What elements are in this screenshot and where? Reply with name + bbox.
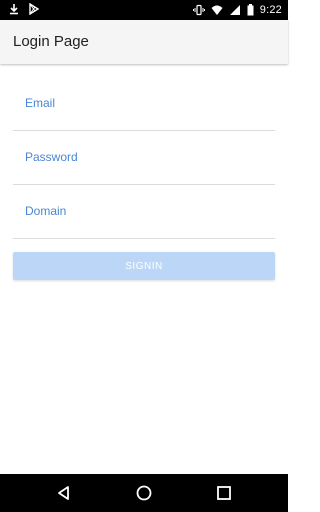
domain-field[interactable]: Domain xyxy=(13,204,275,239)
recents-icon[interactable] xyxy=(215,484,233,502)
password-input[interactable] xyxy=(25,166,265,182)
home-icon[interactable] xyxy=(135,484,153,502)
signal-icon xyxy=(229,4,241,16)
vibrate-icon xyxy=(192,4,205,16)
play-store-icon xyxy=(28,3,40,15)
wifi-icon xyxy=(211,4,223,16)
password-field[interactable]: Password xyxy=(13,150,275,185)
download-icon xyxy=(8,3,20,15)
email-label: Email xyxy=(25,96,56,110)
page-title: Login Page xyxy=(13,33,89,50)
domain-input[interactable] xyxy=(25,220,265,236)
status-bar: 9:22 xyxy=(0,0,288,20)
email-input[interactable] xyxy=(25,112,265,128)
password-label: Password xyxy=(25,150,78,164)
battery-icon xyxy=(247,4,254,16)
back-icon[interactable] xyxy=(55,484,73,502)
signin-button[interactable]: SIGNIN xyxy=(13,252,275,280)
app-bar: Login Page xyxy=(0,20,288,64)
email-field[interactable]: Email xyxy=(13,96,275,131)
status-time: 9:22 xyxy=(259,4,282,16)
navigation-bar xyxy=(0,474,288,512)
domain-label: Domain xyxy=(25,204,67,218)
